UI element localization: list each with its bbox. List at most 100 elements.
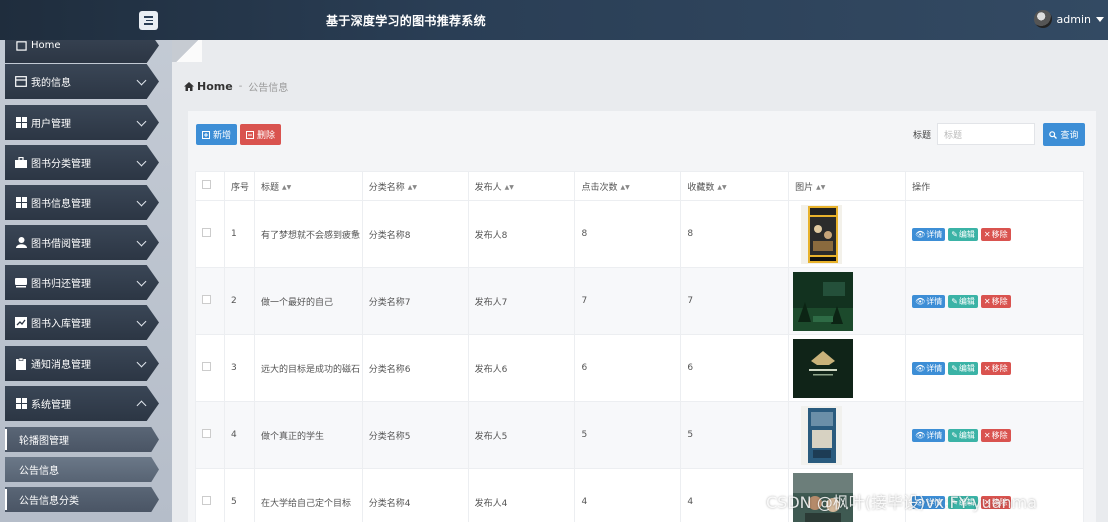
table-row: 2 做一个最好的自己 分类名称7 发布人7 7 7 👁 详情 ✎ 编辑 ✕ 移除 (195, 267, 1084, 335)
row-select-cell (195, 401, 225, 469)
delete-button[interactable]: 删除 (240, 124, 281, 145)
row-clicks: 5 (574, 401, 682, 469)
column-header[interactable]: 分类名称 ▲▼ (361, 171, 469, 201)
sidebar-subitem-label: 公告信息分类 (19, 496, 79, 507)
edit-icon: ✎ (951, 229, 958, 239)
detail-button[interactable]: 👁 详情 (912, 361, 946, 375)
menu-toggle-button[interactable] (139, 11, 158, 30)
detail-button[interactable]: 👁 详情 (912, 227, 946, 241)
row-publisher: 发布人7 (467, 267, 576, 335)
select-all-checkbox[interactable] (202, 180, 211, 189)
sidebar-item-my-info[interactable]: 我的信息 (5, 64, 159, 99)
column-header[interactable]: 标题 ▲▼ (253, 171, 363, 201)
edit-button[interactable]: ✎ 编辑 (948, 428, 978, 442)
sidebar-item-label: 用户管理 (31, 119, 71, 130)
eye-icon: 👁 (915, 430, 926, 440)
breadcrumb: Home - 公告信息 (172, 71, 1108, 101)
detail-button[interactable]: 👁 详情 (912, 428, 946, 442)
search-input[interactable]: 标题 (937, 123, 1035, 145)
row-checkbox[interactable] (202, 228, 211, 237)
column-header[interactable]: 收藏数 ▲▼ (680, 171, 790, 201)
row-select-cell (195, 200, 225, 268)
book-cover-image (793, 271, 854, 331)
row-image-cell (788, 200, 907, 268)
sidebar-subitem-announcement[interactable]: 公告信息 (5, 457, 159, 482)
remove-button[interactable]: ✕ 移除 (980, 227, 1011, 241)
watermark: CSDN @枫叶(接毕设)vx:FY-yuanma (766, 493, 1038, 512)
search-button-label: 查询 (1060, 131, 1079, 141)
home-icon (15, 40, 27, 52)
chevron-down-icon (136, 156, 147, 167)
row-category: 分类名称7 (361, 267, 469, 335)
remove-button[interactable]: ✕ 移除 (980, 428, 1011, 442)
row-select-cell (195, 267, 225, 335)
delete-button-label: 删除 (256, 131, 275, 141)
sidebar-item-book-category[interactable]: 图书分类管理 (5, 145, 159, 180)
sidebar-item-label: 通知消息管理 (31, 360, 91, 371)
edit-button[interactable]: ✎ 编辑 (948, 361, 978, 375)
row-clicks: 7 (574, 267, 682, 335)
edit-icon: ✎ (951, 363, 958, 373)
remove-button[interactable]: ✕ 移除 (980, 294, 1011, 308)
table-header-row: 序号 标题 ▲▼ 分类名称 ▲▼ 发布人 ▲▼ 点击次数 ▲▼ 收藏数 ▲▼ 图片 ▲▼ 操… (195, 171, 1084, 201)
row-checkbox[interactable] (202, 429, 211, 438)
remove-button[interactable]: ✕ 移除 (980, 361, 1011, 375)
sidebar-item-book-info[interactable]: 图书信息管理 (5, 185, 159, 220)
search-icon (1049, 130, 1058, 139)
edit-button[interactable]: ✎ 编辑 (948, 227, 978, 241)
sidebar-item-borrow[interactable]: 图书借阅管理 (5, 225, 159, 260)
close-icon: ✕ (983, 229, 991, 239)
table-row: 4 做个真正的学生 分类名称5 发布人5 5 5 👁 详情 ✎ 编辑 ✕ 移除 (195, 401, 1084, 469)
sidebar-item-label: 图书归还管理 (31, 279, 91, 290)
row-number: 4 (223, 401, 255, 469)
sidebar-item-stock-in[interactable]: 图书入库管理 (5, 305, 159, 340)
user-menu[interactable]: admin (1033, 10, 1104, 28)
row-title: 在大学给自己定个目标 (253, 468, 363, 522)
sidebar-item-notification[interactable]: 通知消息管理 (5, 346, 159, 381)
row-number: 5 (223, 468, 255, 522)
search-button[interactable]: 查询 (1043, 123, 1085, 146)
user-icon (15, 237, 27, 249)
detail-button[interactable]: 👁 详情 (912, 294, 946, 308)
row-favorites: 5 (680, 401, 790, 469)
book-cover-image (801, 204, 843, 264)
sidebar-item-system[interactable]: 系统管理 (5, 386, 159, 421)
system-title: 基于深度学习的图书推荐系统 (326, 14, 486, 28)
content-panel: 新增 删除 标题 标题 查询 序号 标题 ▲▼ 分类名称 ▲▼ 发布人 ▲▼ 点… (188, 111, 1096, 522)
sort-icon: ▲▼ (504, 183, 514, 191)
column-header[interactable]: 发布人 ▲▼ (467, 171, 576, 201)
breadcrumb-home-label: Home (197, 79, 233, 93)
row-select-cell (195, 334, 225, 402)
row-select-cell (195, 468, 225, 522)
sidebar-subitem-carousel[interactable]: 轮播图管理 (5, 427, 159, 452)
row-actions: 👁 详情 ✎ 编辑 ✕ 移除 (905, 334, 1084, 402)
row-checkbox[interactable] (202, 295, 211, 304)
edit-button[interactable]: ✎ 编辑 (948, 294, 978, 308)
add-button[interactable]: 新增 (196, 124, 237, 145)
book-icon (15, 277, 27, 289)
sidebar-item-home[interactable]: Home (5, 40, 159, 63)
add-button-label: 新增 (212, 131, 231, 141)
column-header[interactable]: 点击次数 ▲▼ (574, 171, 682, 201)
row-category: 分类名称5 (361, 401, 469, 469)
sidebar-item-return[interactable]: 图书归还管理 (5, 265, 159, 300)
sidebar-subitem-announcement-category[interactable]: 公告信息分类 (5, 487, 159, 512)
row-title: 远大的目标是成功的磁石 (253, 334, 363, 402)
row-image-cell (788, 401, 907, 469)
chevron-down-icon (136, 316, 147, 327)
row-category: 分类名称8 (361, 200, 469, 268)
column-header[interactable]: 图片 ▲▼ (788, 171, 907, 201)
row-checkbox[interactable] (202, 496, 211, 505)
row-title: 做一个最好的自己 (253, 267, 363, 335)
top-bar: 基于深度学习的图书推荐系统 admin (0, 0, 1108, 40)
sort-icon: ▲▼ (816, 183, 826, 191)
row-category: 分类名称6 (361, 334, 469, 402)
row-checkbox[interactable] (202, 362, 211, 371)
sidebar-item-user-management[interactable]: 用户管理 (5, 105, 159, 140)
main-content: Home - 公告信息 新增 删除 标题 标题 查询 序号 标题 ▲▼ 分类名称… (172, 40, 1108, 522)
column-header: 操作 (905, 171, 1084, 201)
profile-icon (15, 76, 27, 88)
sort-icon: ▲▼ (407, 183, 418, 191)
breadcrumb-home[interactable]: Home (184, 80, 233, 93)
row-number: 3 (223, 334, 255, 402)
